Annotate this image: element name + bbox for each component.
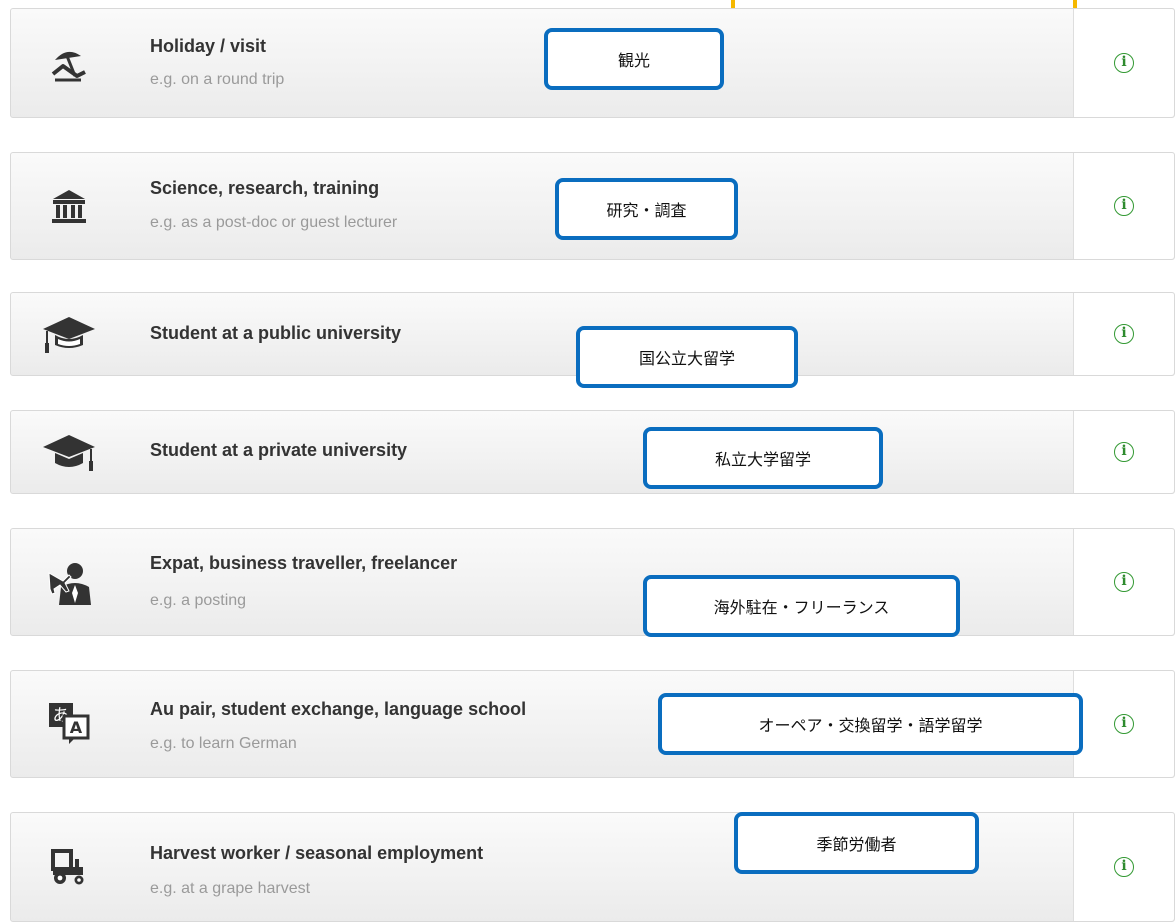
info-button[interactable]: i [1073,293,1174,375]
info-icon: i [1114,714,1134,734]
language-translation-icon: あ A [41,695,97,751]
tractor-icon [41,839,97,895]
graduation-cap-outline-icon [41,307,97,363]
option-title: Harvest worker / seasonal employment [150,843,484,863]
latin-glyph: A [70,718,83,737]
info-button[interactable]: i [1073,411,1174,493]
info-icon: i [1114,857,1134,877]
info-icon: i [1114,442,1134,462]
info-button[interactable]: i [1073,9,1174,117]
graduation-cap-icon [41,425,97,481]
beach-umbrella-lounger-icon [41,36,97,92]
info-icon: i [1114,572,1134,592]
option-title: Holiday / visit [150,36,267,56]
option-harvest-worker[interactable]: Harvest worker / seasonal employment e.g… [10,812,1175,922]
info-button[interactable]: i [1073,813,1174,921]
callout-label: 研究・調査 [555,178,738,240]
info-icon: i [1114,53,1134,73]
university-building-icon [41,179,97,235]
info-button[interactable]: i [1073,671,1174,777]
option-example: e.g. to learn German [150,735,297,752]
option-title: Au pair, student exchange, language scho… [150,699,527,719]
option-example: e.g. at a grape harvest [150,880,311,897]
callout-label: 季節労働者 [734,812,979,874]
callout-label: オーペア・交換留学・語学留学 [658,693,1083,755]
option-title: Expat, business traveller, freelancer [150,553,458,573]
callout-label: 海外駐在・フリーランス [643,575,960,637]
callout-label: 国公立大留学 [576,326,798,388]
option-example: e.g. as a post-doc or guest lecturer [150,214,398,231]
callout-label: 観光 [544,28,724,90]
option-example: e.g. a posting [150,592,247,609]
option-private-university[interactable]: Student at a private university i [10,410,1175,494]
info-icon: i [1114,196,1134,216]
option-title: Student at a public university [150,323,402,343]
callout-label: 私立大学留学 [643,427,883,489]
option-title: Science, research, training [150,178,380,198]
option-example: e.g. on a round trip [150,71,285,88]
option-expat-business[interactable]: Expat, business traveller, freelancer e.… [10,528,1175,636]
info-icon: i [1114,324,1134,344]
option-title: Student at a private university [150,440,408,460]
business-traveller-airplane-icon [41,555,97,611]
info-button[interactable]: i [1073,153,1174,259]
info-button[interactable]: i [1073,529,1174,635]
